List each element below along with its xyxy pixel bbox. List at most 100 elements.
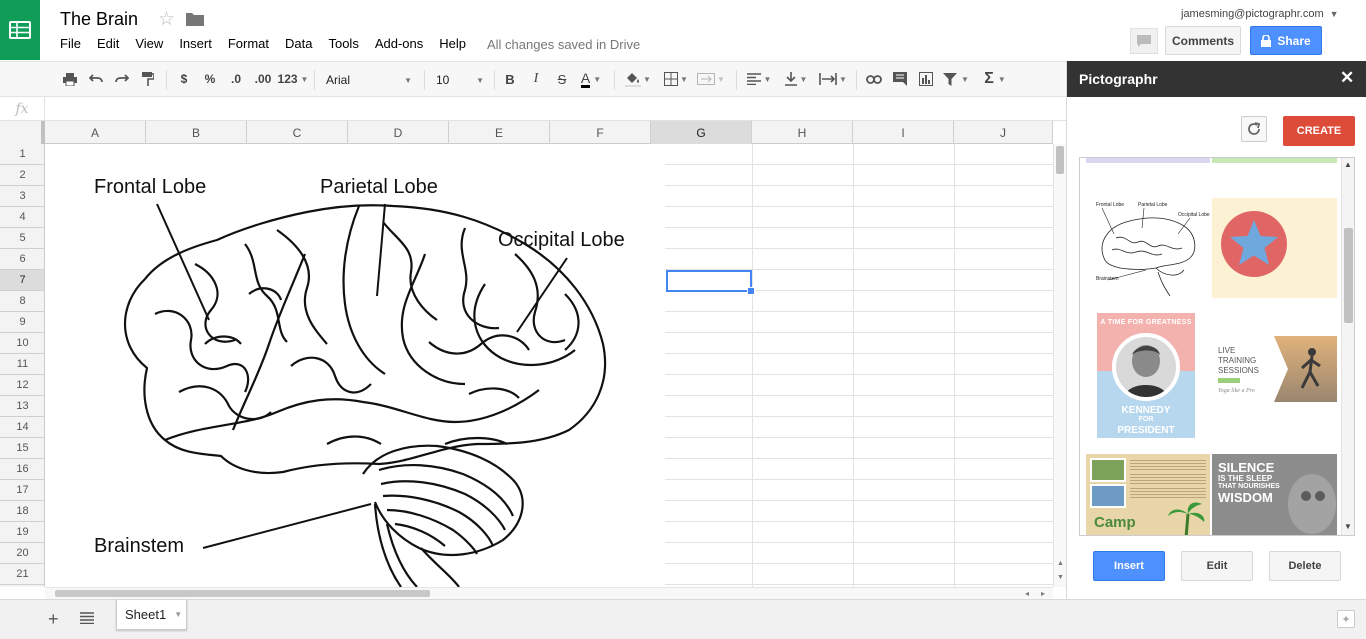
increase-decimal-button[interactable]: .00 — [250, 62, 276, 96]
align-left-icon[interactable]: ▼ — [742, 62, 776, 96]
decrease-decimal-button[interactable]: .0 — [224, 62, 248, 96]
column-header-i[interactable]: I — [853, 121, 954, 144]
row-header[interactable]: 5 — [0, 228, 44, 249]
paint-format-icon[interactable] — [136, 62, 160, 96]
column-header-a[interactable]: A — [45, 121, 146, 144]
font-size-dropdown[interactable]: 10 ▼ — [430, 68, 488, 92]
brain-diagram-image[interactable]: Frontal Lobe Parietal Lobe Occipital Lob… — [45, 144, 665, 587]
chevron-down-icon[interactable]: ▼ — [174, 610, 182, 619]
scroll-up-arrow-icon[interactable]: ▲ — [1057, 560, 1064, 567]
row-header[interactable]: 11 — [0, 354, 44, 375]
row-header[interactable]: 14 — [0, 417, 44, 438]
document-title[interactable]: The Brain — [60, 9, 138, 30]
explore-icon[interactable]: ✦ — [1337, 610, 1355, 628]
create-button[interactable]: CREATE — [1283, 116, 1355, 146]
gallery-thumbnail-silence[interactable]: SILENCE IS THE SLEEP THAT NOURISHES WISD… — [1212, 454, 1337, 535]
vertical-align-icon[interactable]: ▼ — [780, 62, 812, 96]
select-all-corner[interactable] — [0, 121, 45, 144]
sheet-tab-sheet1[interactable]: Sheet1 ▼ — [116, 600, 187, 630]
cell-grid[interactable]: Frontal Lobe Parietal Lobe Occipital Lob… — [45, 144, 1053, 587]
chat-icon[interactable] — [1130, 28, 1158, 54]
column-header-j[interactable]: J — [954, 121, 1053, 144]
menu-file[interactable]: File — [52, 36, 89, 51]
column-header-g[interactable]: G — [651, 121, 752, 144]
gallery-thumbnail-star[interactable] — [1212, 198, 1337, 298]
menu-addons[interactable]: Add-ons — [367, 36, 431, 51]
vertical-scrollbar[interactable]: ▲ ▼ — [1053, 144, 1066, 587]
folder-icon[interactable] — [186, 12, 204, 31]
column-header-h[interactable]: H — [752, 121, 853, 144]
scroll-left-arrow-icon[interactable]: ◂ — [1025, 589, 1029, 598]
row-header[interactable]: 6 — [0, 249, 44, 270]
scrollbar-thumb[interactable] — [55, 590, 430, 597]
row-header[interactable]: 7 — [0, 270, 44, 291]
print-icon[interactable] — [58, 62, 82, 96]
text-color-button[interactable]: A ▼ — [576, 62, 606, 96]
share-button[interactable]: Share — [1250, 26, 1322, 55]
menu-insert[interactable]: Insert — [171, 36, 220, 51]
close-icon[interactable]: ✕ — [1340, 68, 1354, 88]
functions-button[interactable]: Σ ▼ — [978, 62, 1012, 96]
refresh-icon[interactable] — [1241, 116, 1267, 142]
borders-icon[interactable]: ▼ — [660, 62, 692, 96]
edit-button[interactable]: Edit — [1181, 551, 1253, 581]
row-header[interactable]: 9 — [0, 312, 44, 333]
gallery-thumbnail-camp[interactable]: Camp — [1086, 454, 1210, 535]
fill-color-icon[interactable]: ▼ — [622, 62, 654, 96]
scroll-down-arrow-icon[interactable]: ▼ — [1057, 574, 1064, 581]
insert-button[interactable]: Insert — [1093, 551, 1165, 581]
row-header[interactable]: 13 — [0, 396, 44, 417]
column-header-f[interactable]: F — [550, 121, 651, 144]
scrollbar-thumb[interactable] — [1056, 146, 1064, 174]
selected-cell[interactable] — [666, 270, 755, 295]
undo-icon[interactable] — [84, 62, 108, 96]
row-header[interactable]: 8 — [0, 291, 44, 312]
menu-tools[interactable]: Tools — [320, 36, 366, 51]
row-header[interactable]: 19 — [0, 522, 44, 543]
scroll-right-arrow-icon[interactable]: ▸ — [1041, 589, 1045, 598]
chart-icon[interactable] — [914, 62, 938, 96]
gallery-scrollbar[interactable]: ▲ ▼ — [1341, 158, 1354, 535]
row-header[interactable]: 16 — [0, 459, 44, 480]
menu-help[interactable]: Help — [431, 36, 474, 51]
row-header[interactable]: 1 — [0, 144, 44, 165]
percent-format-button[interactable]: % — [200, 62, 220, 96]
strikethrough-button[interactable]: S — [552, 62, 572, 96]
add-sheet-icon[interactable]: + — [48, 609, 59, 630]
row-header[interactable]: 3 — [0, 186, 44, 207]
comment-icon[interactable] — [888, 62, 912, 96]
redo-icon[interactable] — [110, 62, 134, 96]
row-header[interactable]: 2 — [0, 165, 44, 186]
all-sheets-icon[interactable] — [80, 611, 94, 625]
delete-button[interactable]: Delete — [1269, 551, 1341, 581]
gallery-thumbnail[interactable] — [1086, 158, 1210, 163]
scroll-up-arrow-icon[interactable]: ▲ — [1344, 160, 1352, 169]
row-header[interactable]: 15 — [0, 438, 44, 459]
menu-data[interactable]: Data — [277, 36, 320, 51]
gallery-thumbnail-training[interactable]: LIVE TRAINING SESSIONS Yoga like a Pro — [1212, 326, 1337, 416]
row-header[interactable]: 10 — [0, 333, 44, 354]
row-header[interactable]: 4 — [0, 207, 44, 228]
filter-icon[interactable]: ▼ — [940, 62, 972, 96]
row-header[interactable]: 20 — [0, 543, 44, 564]
row-header[interactable]: 21 — [0, 564, 44, 585]
merge-cells-icon[interactable]: ▼ — [694, 62, 728, 96]
star-icon[interactable]: ☆ — [158, 8, 175, 31]
row-header[interactable]: 12 — [0, 375, 44, 396]
column-header-b[interactable]: B — [146, 121, 247, 144]
formula-input[interactable] — [46, 97, 1061, 121]
column-header-e[interactable]: E — [449, 121, 550, 144]
gallery-thumbnail-brain[interactable]: Frontal Lobe Parietal Lobe Occipital Lob… — [1086, 198, 1210, 298]
menu-edit[interactable]: Edit — [89, 36, 127, 51]
scrollbar-thumb[interactable] — [1344, 228, 1353, 323]
menu-format[interactable]: Format — [220, 36, 277, 51]
column-header-d[interactable]: D — [348, 121, 449, 144]
font-family-dropdown[interactable]: Arial ▼ — [320, 68, 416, 92]
comments-button[interactable]: Comments — [1165, 26, 1241, 55]
save-status[interactable]: All changes saved in Drive — [487, 37, 640, 52]
account-menu[interactable]: jamesming@pictographr.com ▼ — [1181, 8, 1339, 20]
horizontal-scrollbar[interactable]: ◂ ▸ — [45, 587, 1053, 599]
bold-button[interactable]: B — [500, 62, 520, 96]
link-icon[interactable] — [862, 62, 886, 96]
column-header-c[interactable]: C — [247, 121, 348, 144]
